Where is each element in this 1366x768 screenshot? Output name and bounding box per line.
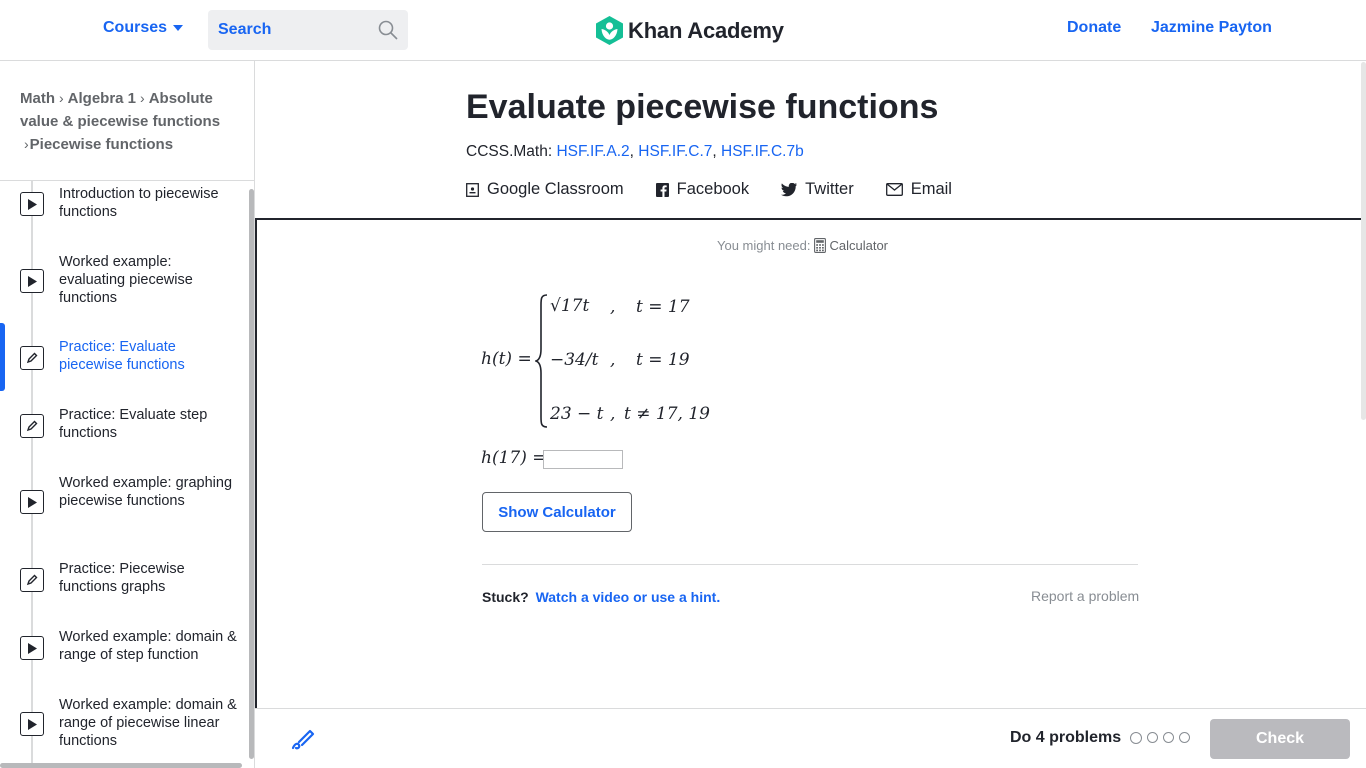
ccss-link[interactable]: HSF.IF.A.2	[556, 143, 629, 160]
sidebar-item-practice-step[interactable]: Practice: Evaluate step functions	[0, 404, 250, 454]
pencil-icon	[20, 346, 44, 370]
left-brace-icon	[535, 294, 548, 428]
chevron-down-icon	[173, 24, 184, 31]
courses-label: Courses	[103, 19, 168, 36]
video-icon	[20, 269, 44, 293]
share-google-classroom[interactable]: Google Classroom	[466, 180, 624, 199]
sidebar-item-practice-evaluate-piecewise[interactable]: Practice: Evaluate piecewise functions	[0, 336, 250, 386]
donate-link[interactable]: Donate	[1067, 19, 1121, 37]
breadcrumb-algebra-1[interactable]: Algebra 1	[68, 90, 136, 107]
khan-academy-logo[interactable]: Khan Academy	[596, 16, 784, 45]
sidebar-item-practice-graphs[interactable]: Practice: Piecewise functions graphs	[0, 558, 250, 608]
comma: ,	[610, 350, 616, 370]
sidebar-item-intro-piecewise[interactable]: Introduction to piecewise functions	[0, 181, 250, 231]
email-icon	[885, 183, 903, 196]
sidebar-horizontal-scrollbar[interactable]	[0, 763, 242, 768]
pencil-icon	[20, 568, 44, 592]
case-1-cond: t = 17	[636, 297, 690, 317]
ccss-link[interactable]: HSF.IF.C.7	[638, 143, 712, 160]
comma: ,	[610, 404, 616, 424]
video-icon	[20, 636, 44, 660]
comma: ,	[610, 297, 616, 317]
sidebar: Math › Algebra 1 › Absolute value & piecewis…	[0, 61, 255, 768]
top-header: Courses Khan Academy Donate Jazmine Payt…	[0, 0, 1366, 61]
progress-dot	[1162, 732, 1174, 743]
show-calculator-button[interactable]: Show Calculator	[482, 492, 632, 532]
sidebar-item-worked-step-domain[interactable]: Worked example: domain & range of step f…	[0, 626, 250, 676]
share-twitter[interactable]: Twitter	[781, 180, 854, 199]
sidebar-item-worked-linear-domain[interactable]: Worked example: domain & range of piecew…	[0, 694, 250, 754]
breadcrumb: Math › Algebra 1 › Absolute value & piecewis…	[20, 87, 240, 156]
share-bar: Google Classroom Facebook Twitter Email	[466, 180, 984, 199]
page-scrollbar[interactable]	[1361, 62, 1366, 420]
twitter-icon	[781, 182, 798, 196]
logo-text: Khan Academy	[628, 17, 784, 43]
tools-needed: You might need: Calculator	[717, 238, 889, 253]
exercise-panel	[255, 218, 1366, 768]
progress-dots	[1127, 732, 1192, 744]
calculator-icon	[814, 238, 827, 253]
ccss-label: CCSS.Math:	[466, 143, 553, 160]
case-3-expr: 23 − t	[550, 404, 604, 424]
stuck-prompt: Stuck? Watch a video or use a hint.	[482, 589, 721, 605]
logo-hexagon-icon	[596, 16, 623, 45]
case-1-expr: √17t	[550, 296, 590, 316]
video-icon	[20, 192, 44, 216]
sidebar-item-worked-graphing[interactable]: Worked example: graphing piecewise funct…	[0, 472, 250, 532]
user-menu[interactable]: Jazmine Payton	[1151, 19, 1272, 37]
progress-dot	[1178, 732, 1190, 743]
sidebar-scrollbar[interactable]	[249, 189, 254, 759]
search-input[interactable]	[208, 10, 373, 50]
function-lhs: h(t) =	[481, 349, 532, 369]
page-title: Evaluate piecewise functions	[466, 88, 939, 126]
video-icon	[20, 712, 44, 736]
facebook-icon	[655, 182, 669, 197]
search-box[interactable]	[208, 10, 408, 50]
case-3-cond: t ≠ 17, 19	[624, 404, 710, 424]
share-email[interactable]: Email	[885, 180, 952, 199]
report-problem-link[interactable]: Report a problem	[1031, 588, 1139, 604]
case-2-expr: −34/t	[550, 350, 599, 370]
hint-link[interactable]: Watch a video or use a hint.	[536, 589, 721, 605]
ccss-link[interactable]: HSF.IF.C.7b	[721, 143, 804, 160]
check-button[interactable]: Check	[1210, 719, 1350, 759]
problem-count: Do 4 problems	[1010, 729, 1122, 746]
google-classroom-icon	[466, 182, 479, 197]
question-lhs: h(17) =	[481, 448, 547, 468]
pencil-icon	[20, 414, 44, 438]
exercise-footer	[255, 708, 1366, 768]
progress-dot	[1146, 732, 1158, 743]
calculator-hint: Calculator	[814, 238, 888, 253]
progress-dot	[1129, 732, 1142, 744]
share-facebook[interactable]: Facebook	[655, 180, 749, 199]
chevron-right-icon: ›	[59, 90, 64, 106]
breadcrumb-math[interactable]: Math	[20, 90, 55, 107]
breadcrumb-lesson[interactable]: Piecewise functions	[30, 136, 173, 153]
case-2-cond: t = 19	[636, 350, 690, 370]
answer-input[interactable]	[543, 450, 623, 469]
chevron-right-icon: ›	[140, 90, 145, 106]
courses-menu-button[interactable]: Courses	[103, 19, 184, 37]
ccss-standards: CCSS.Math: HSF.IF.A.2, HSF.IF.C.7, HSF.I…	[466, 143, 804, 160]
search-icon[interactable]	[378, 20, 398, 40]
scratchpad-icon[interactable]	[290, 726, 316, 752]
video-icon	[20, 490, 44, 514]
sidebar-item-worked-evaluating[interactable]: Worked example: evaluating piecewise fun…	[0, 251, 250, 311]
chevron-right-icon: ›	[24, 136, 29, 152]
divider	[482, 564, 1138, 565]
